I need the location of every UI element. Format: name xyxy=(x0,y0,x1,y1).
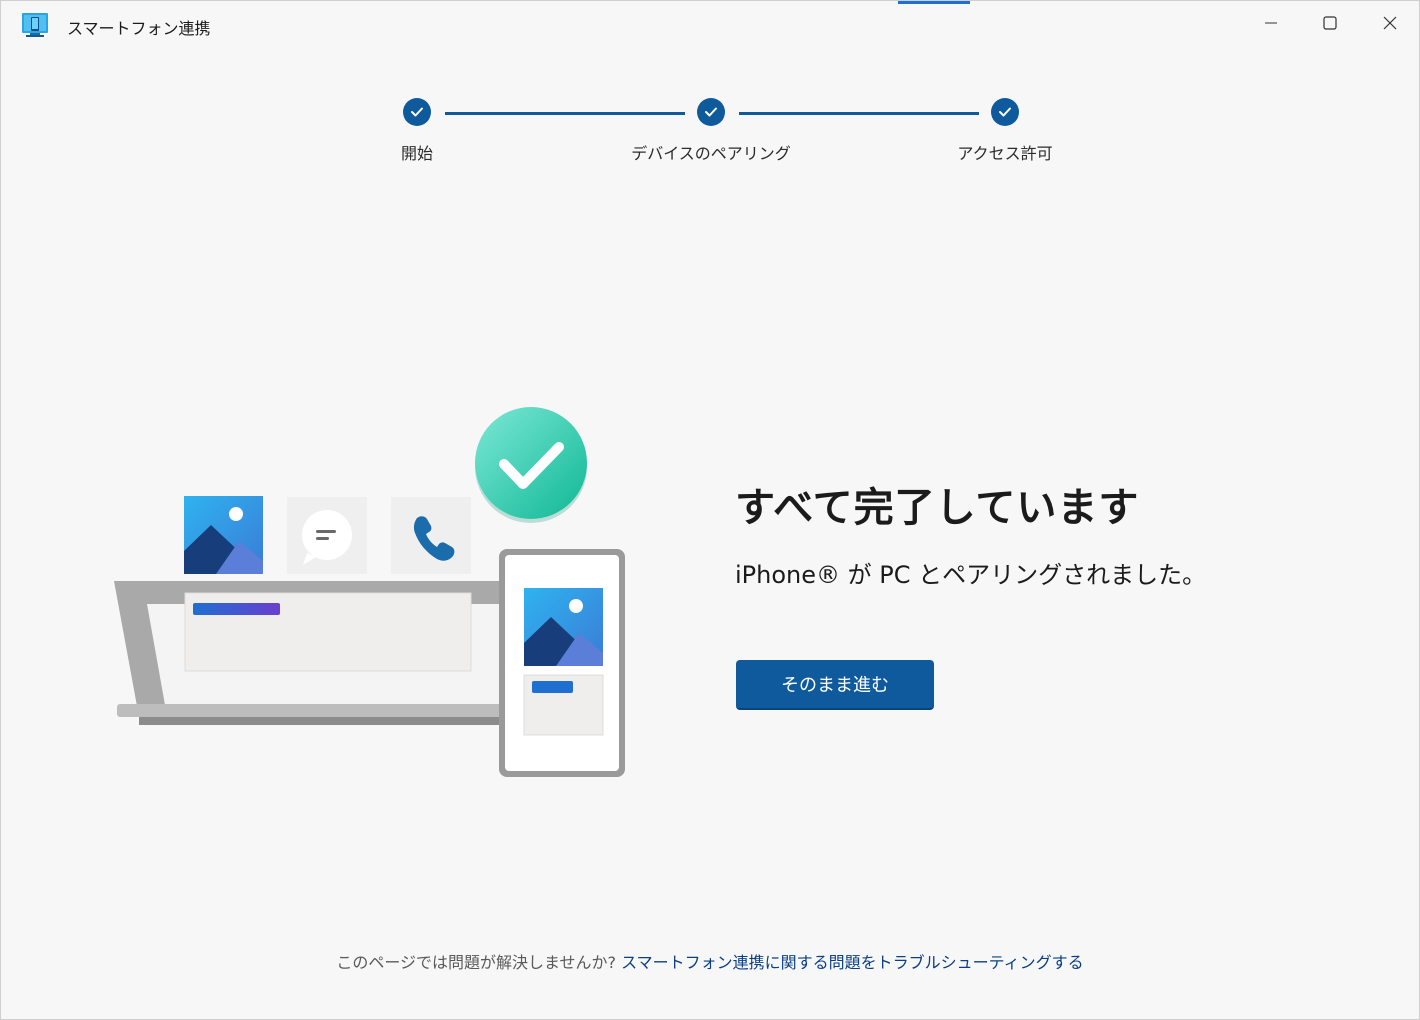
minimize-icon xyxy=(1265,22,1277,24)
title-bar[interactable]: スマートフォン連携 xyxy=(1,1,1419,47)
troubleshoot-link[interactable]: スマートフォン連携に関する問題をトラブルシューティングする xyxy=(621,953,1084,972)
minimize-button[interactable] xyxy=(1241,1,1301,45)
completion-heading: すべて完了しています xyxy=(735,485,1140,531)
step-indicator-pairing xyxy=(697,98,725,126)
maximize-button[interactable] xyxy=(1300,1,1360,45)
checkmark-icon xyxy=(411,107,423,117)
close-button[interactable] xyxy=(1360,1,1420,45)
pairing-complete-illustration xyxy=(114,407,625,777)
step-connector xyxy=(739,112,979,115)
step-connector xyxy=(445,112,685,115)
phone-link-app-icon xyxy=(22,13,48,37)
messages-tile xyxy=(287,497,367,574)
continue-button[interactable]: そのまま進む xyxy=(736,660,934,710)
step-label-permissions: アクセス許可 xyxy=(957,144,1053,163)
phone-graphic xyxy=(499,549,625,777)
calls-tile xyxy=(391,497,471,574)
completion-subtext: iPhone® が PC とペアリングされました。 xyxy=(735,561,1207,589)
troubleshoot-footer: このページでは問題が解決しませんか? スマートフォン連携に関する問題をトラブルシ… xyxy=(1,949,1419,973)
troubleshoot-question: このページでは問題が解決しませんか? xyxy=(336,953,622,972)
app-title: スマートフォン連携 xyxy=(67,19,211,38)
success-check-badge xyxy=(475,407,587,523)
checkmark-icon xyxy=(705,107,717,117)
maximize-icon xyxy=(1323,16,1337,30)
step-indicator-start xyxy=(403,98,431,126)
app-window: スマートフォン連携 開始 デバイスのペアリング アクセス許可 すべて完了していま… xyxy=(0,0,1420,1020)
step-label-start: 開始 xyxy=(400,144,434,163)
setup-stepper: 開始 デバイスのペアリング アクセス許可 xyxy=(1,97,1419,177)
photos-tile xyxy=(184,496,263,574)
step-label-pairing: デバイスのペアリング xyxy=(631,144,791,163)
title-bar-accent xyxy=(898,1,970,4)
close-icon xyxy=(1383,16,1397,30)
checkmark-icon xyxy=(999,107,1011,117)
step-indicator-permissions xyxy=(991,98,1019,126)
